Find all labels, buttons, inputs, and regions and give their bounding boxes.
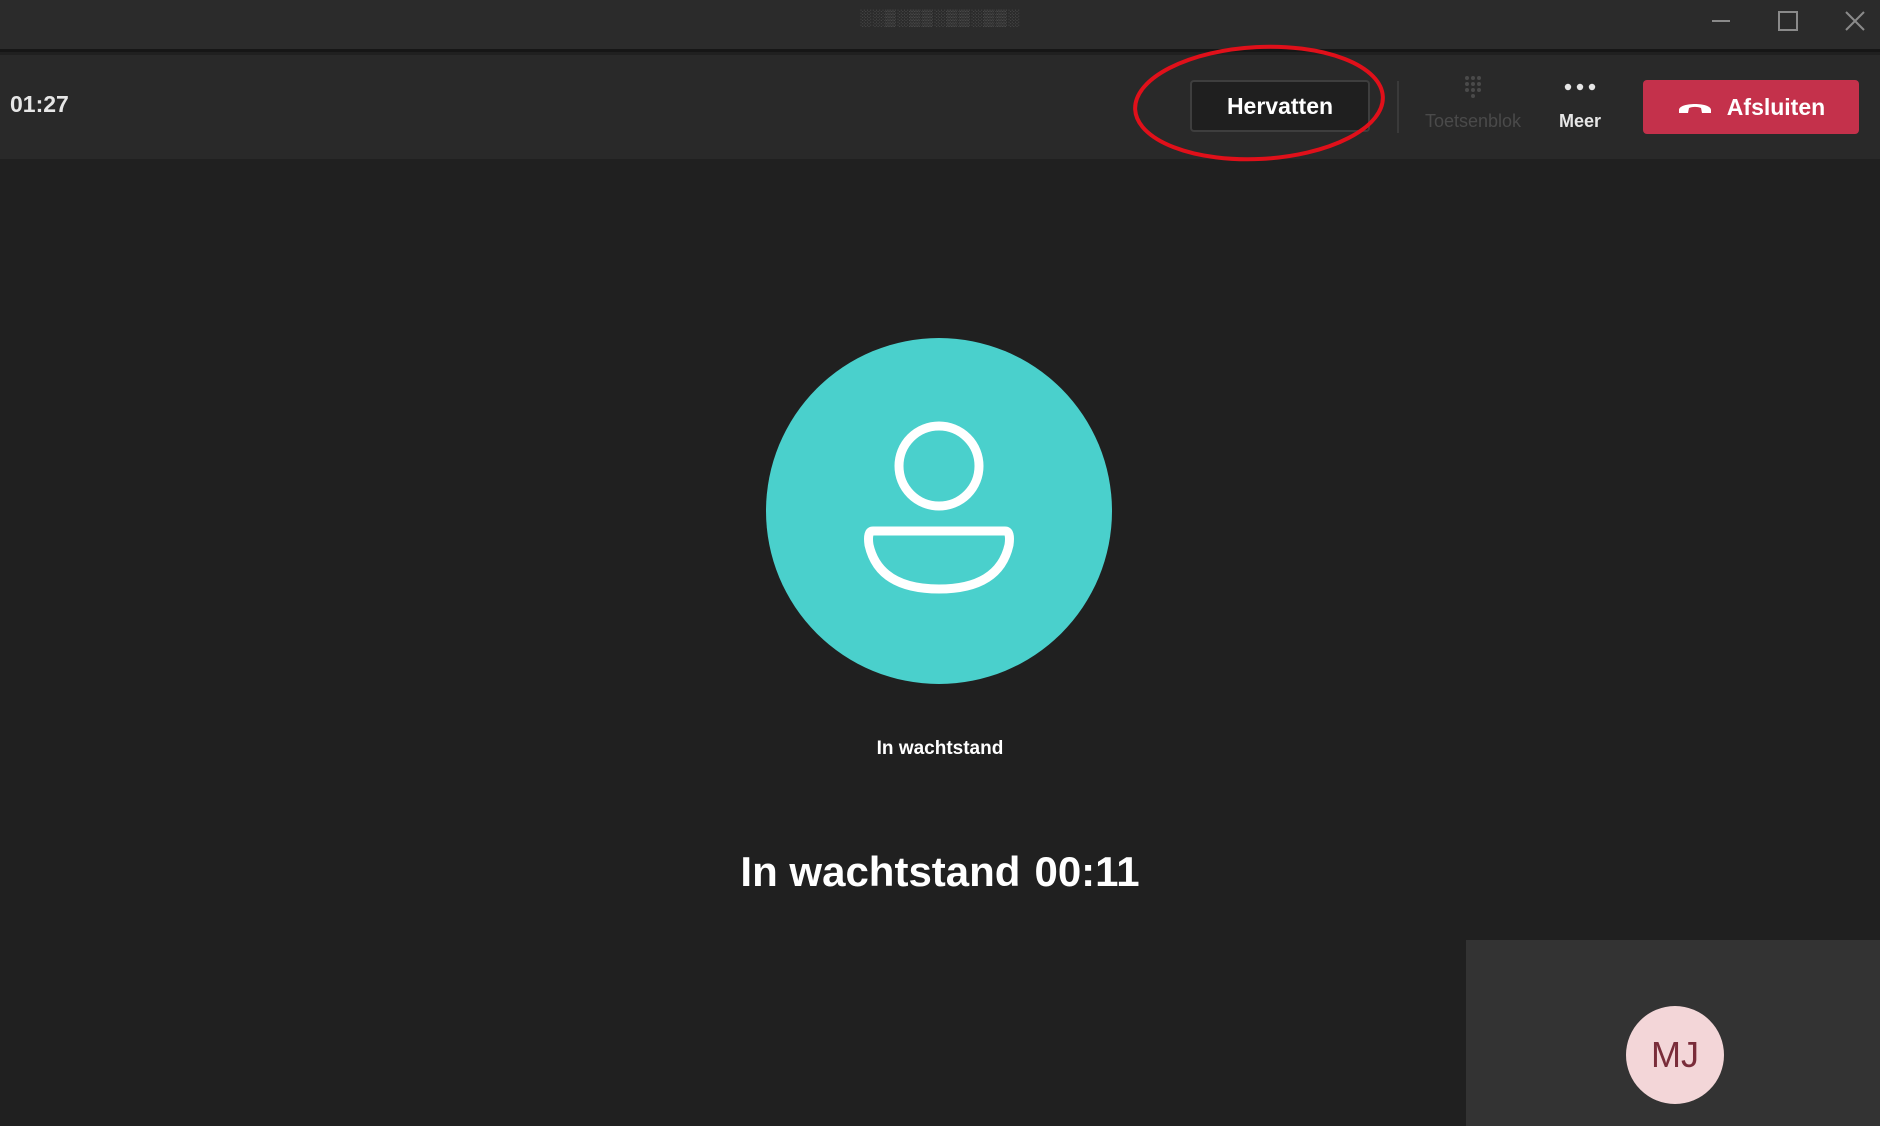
call-duration: 01:27 <box>10 91 69 117</box>
phone-hangup-icon <box>1678 104 1711 113</box>
toolbar-divider <box>1397 81 1399 133</box>
call-toolbar: 01:27 Hervatten Toetsenblok Meer Afsluit… <box>0 55 1880 159</box>
window-title: ░░▒░▒▒░▒▒░▒▒░ <box>859 10 1021 27</box>
title-bar: ░░▒░▒▒░▒▒░▒▒░ <box>0 0 1880 52</box>
minimize-icon <box>1712 20 1730 22</box>
person-icon <box>864 421 1014 594</box>
participant-avatar <box>766 338 1112 684</box>
hangup-label: Afsluiten <box>1726 93 1826 120</box>
participant-status: In wachtstand <box>876 738 1004 759</box>
more-dots-icon <box>1563 69 1597 105</box>
self-avatar: MJ <box>1626 1006 1724 1104</box>
self-video-preview: MJ <box>1466 940 1880 1126</box>
hold-banner: In wachtstand 00:11 <box>640 848 1240 896</box>
keypad-label: Toetsenblok <box>1424 111 1522 131</box>
maximize-icon <box>1778 11 1798 31</box>
more-button[interactable]: Meer <box>1525 69 1635 145</box>
resume-button[interactable]: Hervatten <box>1190 80 1370 132</box>
hangup-button[interactable]: Afsluiten <box>1643 80 1859 134</box>
close-icon <box>1845 11 1865 31</box>
keypad-icon <box>1461 69 1485 105</box>
maximize-button[interactable] <box>1755 0 1821 42</box>
hold-timer: 00:11 <box>1034 848 1140 895</box>
minimize-button[interactable] <box>1688 0 1754 42</box>
more-label: Meer <box>1558 111 1602 131</box>
keypad-button[interactable]: Toetsenblok <box>1418 69 1528 145</box>
teams-call-window: ░░▒░▒▒░▒▒░▒▒░ 01:27 Hervatten Toetsenblo… <box>0 0 1880 1126</box>
hold-label: In wachtstand <box>740 848 1021 895</box>
close-button[interactable] <box>1822 0 1880 42</box>
